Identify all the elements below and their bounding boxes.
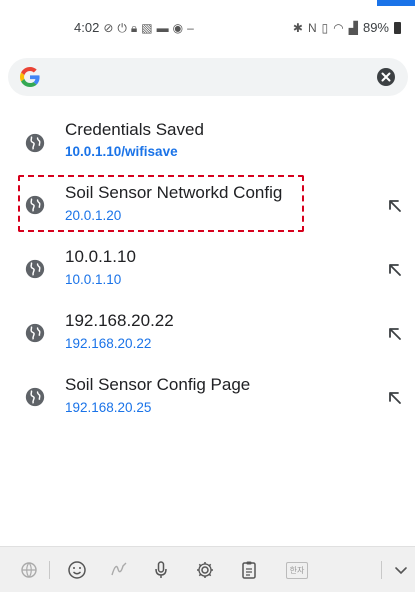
microphone-icon[interactable] <box>150 559 172 581</box>
accent-bar <box>377 0 415 6</box>
battery-percent: 89% <box>362 20 389 35</box>
dash-icon: – <box>187 20 194 35</box>
suggestion-item[interactable]: Credentials Saved 10.0.1.10/wifisave <box>0 110 415 174</box>
clipboard-icon[interactable] <box>238 559 260 581</box>
suggestion-item[interactable]: 192.168.20.22 192.168.20.22 <box>0 302 415 366</box>
globe-icon <box>25 323 45 343</box>
card-icon: ▬ <box>156 20 169 35</box>
vibrate-icon: ▯ <box>321 20 329 35</box>
toolbar-divider <box>49 561 50 579</box>
suggestion-title: 10.0.1.10 <box>65 247 136 266</box>
status-time: 4:02 <box>74 20 100 35</box>
globe-icon <box>25 259 45 279</box>
collapse-icon[interactable] <box>390 559 412 581</box>
highlight-annotation <box>18 175 304 232</box>
suggestion-item[interactable]: 10.0.1.10 10.0.1.10 <box>0 238 415 302</box>
wifi-icon: ◠ <box>333 20 344 35</box>
google-g-logo <box>20 67 40 87</box>
suggestion-title: Soil Sensor Config Page <box>65 375 251 394</box>
signal-icon: ▟ <box>348 20 358 35</box>
suggestion-url: 192.168.20.22 <box>65 336 152 351</box>
clear-icon[interactable] <box>376 67 396 87</box>
power-icon: ⏻ <box>117 20 127 35</box>
gallery-icon: ▧ <box>141 20 153 35</box>
suggestion-title: 192.168.20.22 <box>65 311 174 330</box>
status-right: ✱ N ▯ ◠ ▟ 89% <box>293 20 401 35</box>
search-input[interactable] <box>52 64 368 90</box>
globe-icon <box>25 387 45 407</box>
status-bar: 4:02 ⊘ ⏻ 🔒︎ ▧ ▬ ◉ – ✱ N ▯ ◠ ▟ 89% <box>0 0 415 44</box>
hanja-icon[interactable]: 한자 <box>284 559 310 581</box>
keyboard-toolbar: 한자 <box>0 546 415 592</box>
translate-icon[interactable] <box>18 559 40 581</box>
toolbar-divider <box>381 561 382 579</box>
suggestion-title: Credentials Saved <box>65 120 204 139</box>
fill-arrow-icon[interactable] <box>387 390 403 406</box>
suggestion-url: 192.168.20.25 <box>65 400 152 415</box>
fill-arrow-icon[interactable] <box>387 262 403 278</box>
suggestion-item[interactable]: Soil Sensor Config Page 192.168.20.25 <box>0 366 415 430</box>
lock-icon: 🔒︎ <box>130 20 138 35</box>
nfc-icon: N <box>307 20 317 35</box>
status-left: 4:02 ⊘ ⏻ 🔒︎ ▧ ▬ ◉ – <box>74 20 194 35</box>
do-not-disturb-icon: ⊘ <box>103 20 114 35</box>
handwriting-icon[interactable] <box>108 559 130 581</box>
hanja-label: 한자 <box>285 561 309 579</box>
emoji-icon[interactable] <box>66 559 88 581</box>
suggestion-url: 10.0.1.10 <box>65 272 122 287</box>
suggestion-url: 10.0.1.10/wifisave <box>65 144 178 159</box>
bluetooth-icon: ✱ <box>292 20 303 35</box>
fill-arrow-icon[interactable] <box>387 198 403 214</box>
search-bar[interactable] <box>8 58 408 96</box>
eye-icon: ◉ <box>172 20 184 35</box>
globe-icon <box>25 133 45 153</box>
battery-icon <box>394 21 401 34</box>
settings-icon[interactable] <box>194 559 216 581</box>
fill-arrow-icon[interactable] <box>387 326 403 342</box>
